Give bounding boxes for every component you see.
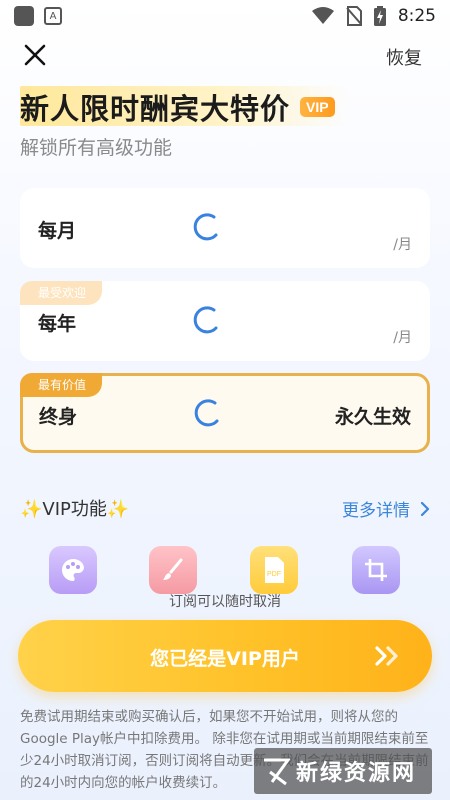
clock: 8:25 (397, 6, 436, 26)
vip-status-label: 您已经是VIP用户 (150, 648, 300, 670)
vip-features-title: ✨VIP功能✨ (20, 499, 130, 520)
more-details-link[interactable]: 更多详情 (342, 496, 430, 521)
pdf-icon: PDF (250, 546, 298, 594)
plan-name: 每月 (38, 220, 77, 242)
vip-status-button[interactable]: 您已经是VIP用户 (18, 620, 432, 692)
chevron-right-icon (420, 501, 430, 516)
plan-note: 永久生效 (334, 406, 411, 428)
page-subtitle: 解锁所有高级功能 (20, 137, 173, 159)
plan-yearly[interactable]: 最受欢迎 每年 /月 (20, 281, 430, 361)
status-bar: A 8:25 (0, 0, 450, 32)
plan-lifetime[interactable]: 最有价值 终身 永久生效 (20, 373, 430, 453)
watermark-text: 新绿资源网 (296, 761, 417, 786)
wifi-icon (311, 7, 334, 24)
battery-charging-icon (373, 6, 386, 26)
palette-icon (49, 546, 97, 594)
plan-name: 终身 (39, 406, 78, 428)
vip-badge: VIP (300, 97, 335, 117)
crop-icon (352, 546, 400, 594)
plan-tag: 最有价值 (20, 373, 103, 397)
text-notification-icon: A (44, 7, 62, 25)
brush-icon (149, 546, 197, 594)
loading-spinner-icon (193, 306, 218, 334)
hero-title-row: 新人限时酬宾大特价 VIP (20, 86, 350, 128)
no-sim-icon (346, 6, 362, 26)
app-notification-icon (14, 6, 34, 26)
plan-monthly[interactable]: 每月 /月 (20, 188, 430, 268)
close-icon (24, 44, 46, 66)
plan-tag: 最受欢迎 (20, 281, 103, 305)
plan-unit: /月 (393, 237, 412, 253)
restore-button[interactable]: 恢复 (386, 44, 422, 70)
double-chevron-right-icon (375, 646, 398, 666)
cancel-anytime-note: 订阅可以随时取消 (169, 594, 281, 610)
watermark-logo-icon (264, 758, 290, 786)
close-button[interactable] (22, 42, 48, 68)
plan-unit: /月 (393, 330, 412, 346)
loading-spinner-icon (193, 213, 218, 241)
plan-name: 每年 (38, 313, 77, 335)
svg-text:PDF: PDF (267, 571, 281, 578)
watermark: 新绿资源网 (254, 748, 432, 794)
page-title: 新人限时酬宾大特价 (20, 92, 291, 126)
more-details-label: 更多详情 (342, 501, 410, 521)
loading-spinner-icon (194, 399, 219, 427)
